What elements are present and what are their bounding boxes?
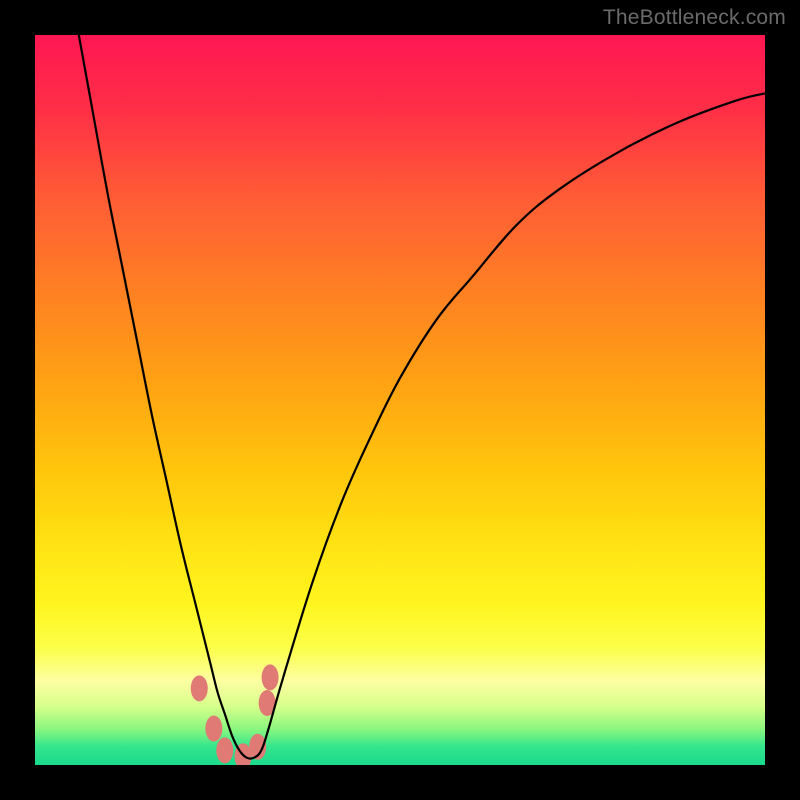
plot-area xyxy=(35,35,765,765)
threshold-marker xyxy=(205,716,222,742)
threshold-marker xyxy=(191,675,208,701)
marker-group xyxy=(191,664,279,765)
curve-layer xyxy=(35,35,765,765)
chart-frame: TheBottleneck.com xyxy=(0,0,800,800)
watermark-text: TheBottleneck.com xyxy=(603,6,786,30)
threshold-marker xyxy=(216,737,233,763)
bottleneck-curve xyxy=(79,35,765,759)
threshold-marker xyxy=(262,664,279,690)
